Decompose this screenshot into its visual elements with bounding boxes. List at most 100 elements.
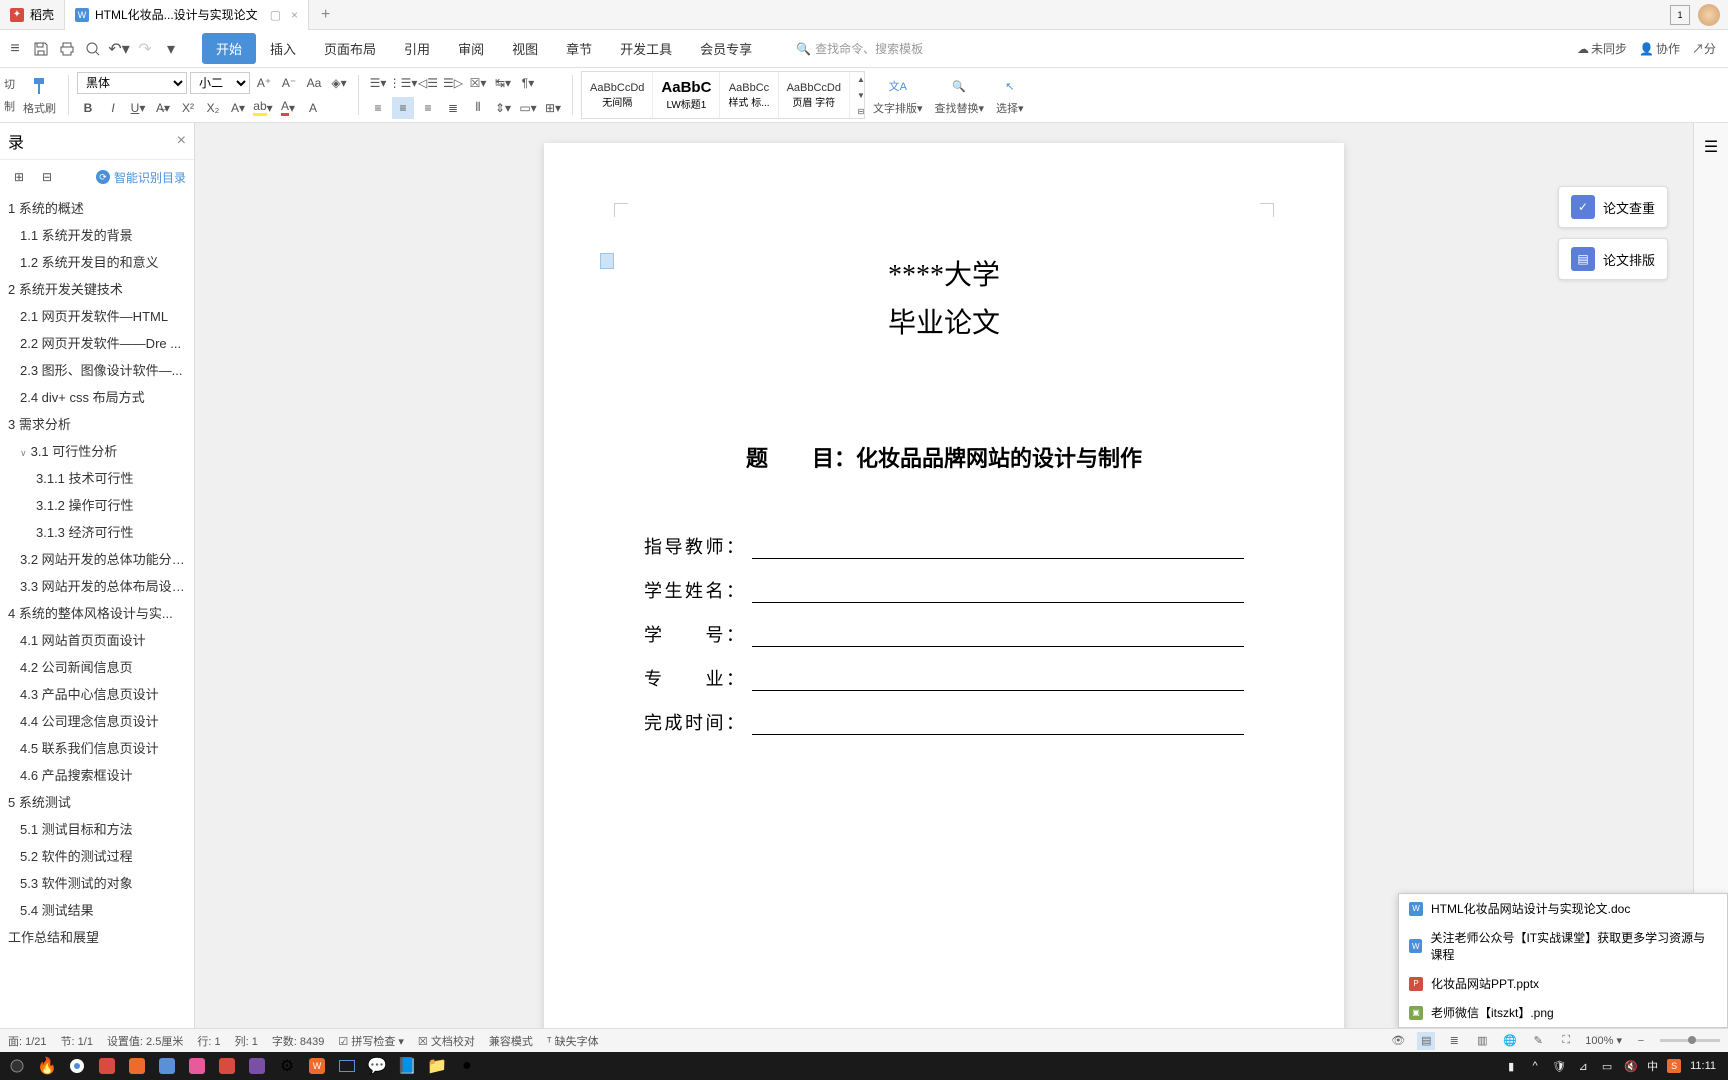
tab-review[interactable]: 审阅 [444, 33, 498, 64]
tray-up-icon[interactable]: ^ [1527, 1058, 1543, 1074]
toc-item[interactable]: 4.5 联系我们信息页设计 [0, 734, 194, 761]
web-layout-icon[interactable]: ▥ [1473, 1032, 1491, 1050]
toc-collapse-icon[interactable]: ⊟ [36, 166, 58, 188]
status-page[interactable]: 面: 1/21 [8, 1033, 47, 1049]
toc-item[interactable]: 2 系统开发关键技术 [0, 275, 194, 302]
share-button[interactable]: ↗分 [1692, 40, 1716, 57]
shield-icon[interactable]: 🛡 [1551, 1058, 1567, 1074]
preview-icon[interactable] [82, 38, 104, 60]
tray-icon[interactable]: ▮ [1503, 1058, 1519, 1074]
outdent-icon[interactable]: ◁☰ [417, 72, 439, 94]
align-left-icon[interactable]: ≡ [367, 97, 389, 119]
sogou-icon[interactable]: S [1666, 1058, 1682, 1074]
sort-icon[interactable]: ☒▾ [467, 72, 489, 94]
print-layout-icon[interactable]: ▤ [1417, 1032, 1435, 1050]
smart-toc-button[interactable]: 智能识别目录 [114, 169, 186, 186]
toc-item[interactable]: 工作总结和展望 [0, 923, 194, 950]
undo-icon[interactable]: ↶▾ [108, 38, 130, 60]
status-proof[interactable]: ☒ 文档校对 [418, 1033, 475, 1049]
tab-menu-icon[interactable]: ▢ [270, 8, 281, 22]
app-icon[interactable] [184, 1055, 210, 1077]
toc-item[interactable]: 3.1.3 经济可行性 [0, 518, 194, 545]
tab-sections[interactable]: 章节 [552, 33, 606, 64]
tab-insert[interactable]: 插入 [256, 33, 310, 64]
chrome-icon[interactable] [64, 1055, 90, 1077]
app-icon[interactable] [214, 1055, 240, 1077]
clock[interactable]: 11:11 [1690, 1060, 1716, 1072]
tab-vip[interactable]: 会员专享 [686, 33, 766, 64]
read-mode-icon[interactable]: 👁 [1389, 1032, 1407, 1050]
ime-indicator[interactable]: 中 [1647, 1058, 1658, 1074]
font-size-select[interactable]: 小二 [190, 72, 250, 94]
tab-document[interactable]: W HTML化妆品...设计与实现论文 ▢ × [65, 0, 309, 30]
tab-close-icon[interactable]: × [291, 8, 298, 22]
tab-view[interactable]: 视图 [498, 33, 552, 64]
toc-item[interactable]: 2.1 网页开发软件—HTML [0, 302, 194, 329]
toc-item[interactable]: 5.2 软件的测试过程 [0, 842, 194, 869]
tab-references[interactable]: 引用 [390, 33, 444, 64]
toc-item[interactable]: 3.2 网站开发的总体功能分 ... [0, 545, 194, 572]
subscript-icon[interactable]: X₂ [202, 97, 224, 119]
start-icon[interactable] [4, 1055, 30, 1077]
toc-item[interactable]: 4.2 公司新闻信息页 [0, 653, 194, 680]
print-icon[interactable] [56, 38, 78, 60]
app-icon[interactable] [244, 1055, 270, 1077]
select-button[interactable]: ↖ 选择▾ [992, 72, 1028, 118]
redo-icon[interactable]: ↷ [134, 38, 156, 60]
toc-item[interactable]: 1.1 系统开发的背景 [0, 221, 194, 248]
toc-item[interactable]: 4.3 产品中心信息页设计 [0, 680, 194, 707]
align-right-icon[interactable]: ≡ [417, 97, 439, 119]
toc-item[interactable]: 2.4 div+ css 布局方式 [0, 383, 194, 410]
text-layout-button[interactable]: 文A 文字排版▾ [869, 72, 927, 118]
grow-font-icon[interactable]: A⁺ [253, 72, 275, 94]
tab-pagelayout[interactable]: 页面布局 [310, 33, 390, 64]
files-icon[interactable]: 📁 [424, 1055, 450, 1077]
thesis-layout-button[interactable]: ▤ 论文排版 [1558, 238, 1668, 280]
recent-file-item[interactable]: ▣老师微信【itszkt】.png [1399, 998, 1727, 1027]
panel-toggle-icon[interactable]: ☰ [1697, 133, 1725, 161]
style-gallery[interactable]: AaBbCcDd无间隔 AaBbCLW标题1 AaBbCc样式 标... AaB… [581, 71, 865, 119]
toc-expand-icon[interactable]: ⊞ [8, 166, 30, 188]
bold-icon[interactable]: B [77, 97, 99, 119]
superscript-icon[interactable]: X² [177, 97, 199, 119]
recent-file-item[interactable]: W关注老师公众号【IT实战课堂】获取更多学习资源与课程 [1399, 923, 1727, 969]
find-replace-button[interactable]: 🔍 查找替换▾ [931, 72, 989, 118]
tab-start[interactable]: 开始 [202, 33, 256, 64]
recent-file-item[interactable]: P化妆品网站PPT.pptx [1399, 969, 1727, 998]
show-marks-icon[interactable]: ¶▾ [517, 72, 539, 94]
numbering-icon[interactable]: ⋮☰▾ [392, 72, 414, 94]
app-icon[interactable]: 🔥 [34, 1055, 60, 1077]
zoom-level[interactable]: 100% ▾ [1585, 1034, 1622, 1047]
app-icon[interactable]: 📘 [394, 1055, 420, 1077]
bullets-icon[interactable]: ☰▾ [367, 72, 389, 94]
toc-item[interactable]: 3.1.2 操作可行性 [0, 491, 194, 518]
shading-icon[interactable]: ▭▾ [517, 97, 539, 119]
text-effect-icon[interactable]: A▾ [227, 97, 249, 119]
zoom-slider[interactable] [1660, 1039, 1720, 1042]
save-icon[interactable] [30, 38, 52, 60]
shrink-font-icon[interactable]: A⁻ [278, 72, 300, 94]
app-icon[interactable] [154, 1055, 180, 1077]
toc-item[interactable]: 2.2 网页开发软件——Dre ... [0, 329, 194, 356]
tab-developer[interactable]: 开发工具 [606, 33, 686, 64]
toc-item[interactable]: 4.4 公司理念信息页设计 [0, 707, 194, 734]
copy-button[interactable]: 制 [4, 98, 15, 114]
volume-icon[interactable]: 🔇 [1623, 1058, 1639, 1074]
music-icon[interactable] [94, 1055, 120, 1077]
gear-icon[interactable]: ⚙ [274, 1055, 300, 1077]
change-case-icon[interactable]: Aa [303, 72, 325, 94]
embedded-object-icon[interactable] [600, 253, 614, 269]
font-color-icon[interactable]: A▾ [277, 97, 299, 119]
font-name-select[interactable]: 黑体 [77, 72, 187, 94]
align-center-icon[interactable]: ≡ [392, 97, 414, 119]
qat-dropdown-icon[interactable]: ▾ [160, 38, 182, 60]
indent-icon[interactable]: ☰▷ [442, 72, 464, 94]
toc-item[interactable]: 1.2 系统开发目的和意义 [0, 248, 194, 275]
menu-icon[interactable]: ≡ [4, 38, 26, 60]
tab-home[interactable]: ✦ 稻壳 [0, 0, 65, 30]
toc-item[interactable]: 4.6 产品搜索框设计 [0, 761, 194, 788]
wechat-icon[interactable]: 💬 [364, 1055, 390, 1077]
cut-button[interactable]: 切 [4, 76, 15, 92]
toc-item[interactable]: 4 系统的整体风格设计与实... [0, 599, 194, 626]
app-icon[interactable] [124, 1055, 150, 1077]
